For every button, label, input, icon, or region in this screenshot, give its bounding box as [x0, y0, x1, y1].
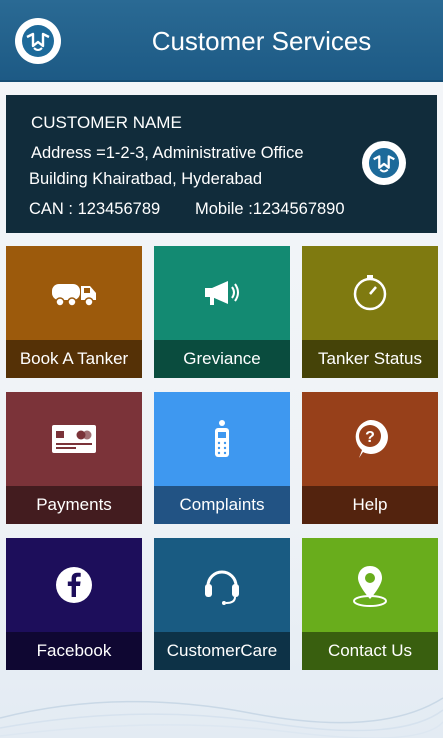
svg-text:?: ?	[365, 429, 375, 446]
tile-label: Tanker Status	[302, 340, 438, 378]
card-logo	[362, 141, 406, 185]
book-tanker-tile[interactable]: Book A Tanker	[6, 246, 142, 378]
facebook-tile[interactable]: Facebook	[6, 538, 142, 670]
tile-label: Facebook	[6, 632, 142, 670]
facebook-icon	[56, 567, 92, 603]
water-board-logo-icon	[22, 25, 54, 57]
customer-name: CUSTOMER NAME	[31, 113, 182, 132]
customer-mobile: Mobile :1234567890	[195, 200, 345, 218]
greviance-tile[interactable]: Greviance	[154, 246, 290, 378]
help-question-icon: ?	[355, 419, 388, 458]
location-pin-icon	[353, 566, 387, 607]
tile-label: Complaints	[154, 486, 290, 524]
payments-tile[interactable]: Payments	[6, 392, 142, 524]
customer-care-tile[interactable]: CustomerCare	[154, 538, 290, 670]
app-header: Customer Services	[0, 0, 443, 82]
water-board-logo-icon	[368, 147, 400, 179]
customer-can: CAN : 123456789	[29, 200, 161, 218]
customer-info-card: CUSTOMER NAME Address =1-2-3, Administra…	[6, 95, 437, 233]
customer-address-line2: Building Khairatbad, Hyderabad	[29, 170, 262, 188]
tile-label: Greviance	[154, 340, 290, 378]
megaphone-icon	[205, 281, 239, 305]
help-tile[interactable]: ? Help	[302, 392, 438, 524]
complaints-tile[interactable]: Complaints	[154, 392, 290, 524]
headset-icon	[205, 570, 239, 605]
tile-label: CustomerCare	[154, 632, 290, 670]
tile-label: Payments	[6, 486, 142, 524]
background-wave	[0, 697, 443, 738]
tile-label: Contact Us	[302, 632, 438, 670]
credit-card-icon	[52, 425, 96, 453]
tanker-truck-icon	[52, 284, 96, 307]
app-logo[interactable]	[15, 18, 61, 64]
contact-us-tile[interactable]: Contact Us	[302, 538, 438, 670]
phone-handset-icon	[215, 420, 229, 457]
stopwatch-icon	[353, 275, 387, 311]
page-title: Customer Services	[151, 26, 372, 56]
tile-label: Book A Tanker	[6, 340, 142, 378]
tanker-status-tile[interactable]: Tanker Status	[302, 246, 438, 378]
tile-label: Help	[302, 486, 438, 524]
customer-address-line1: Address =1-2-3, Administrative Office	[31, 144, 304, 162]
